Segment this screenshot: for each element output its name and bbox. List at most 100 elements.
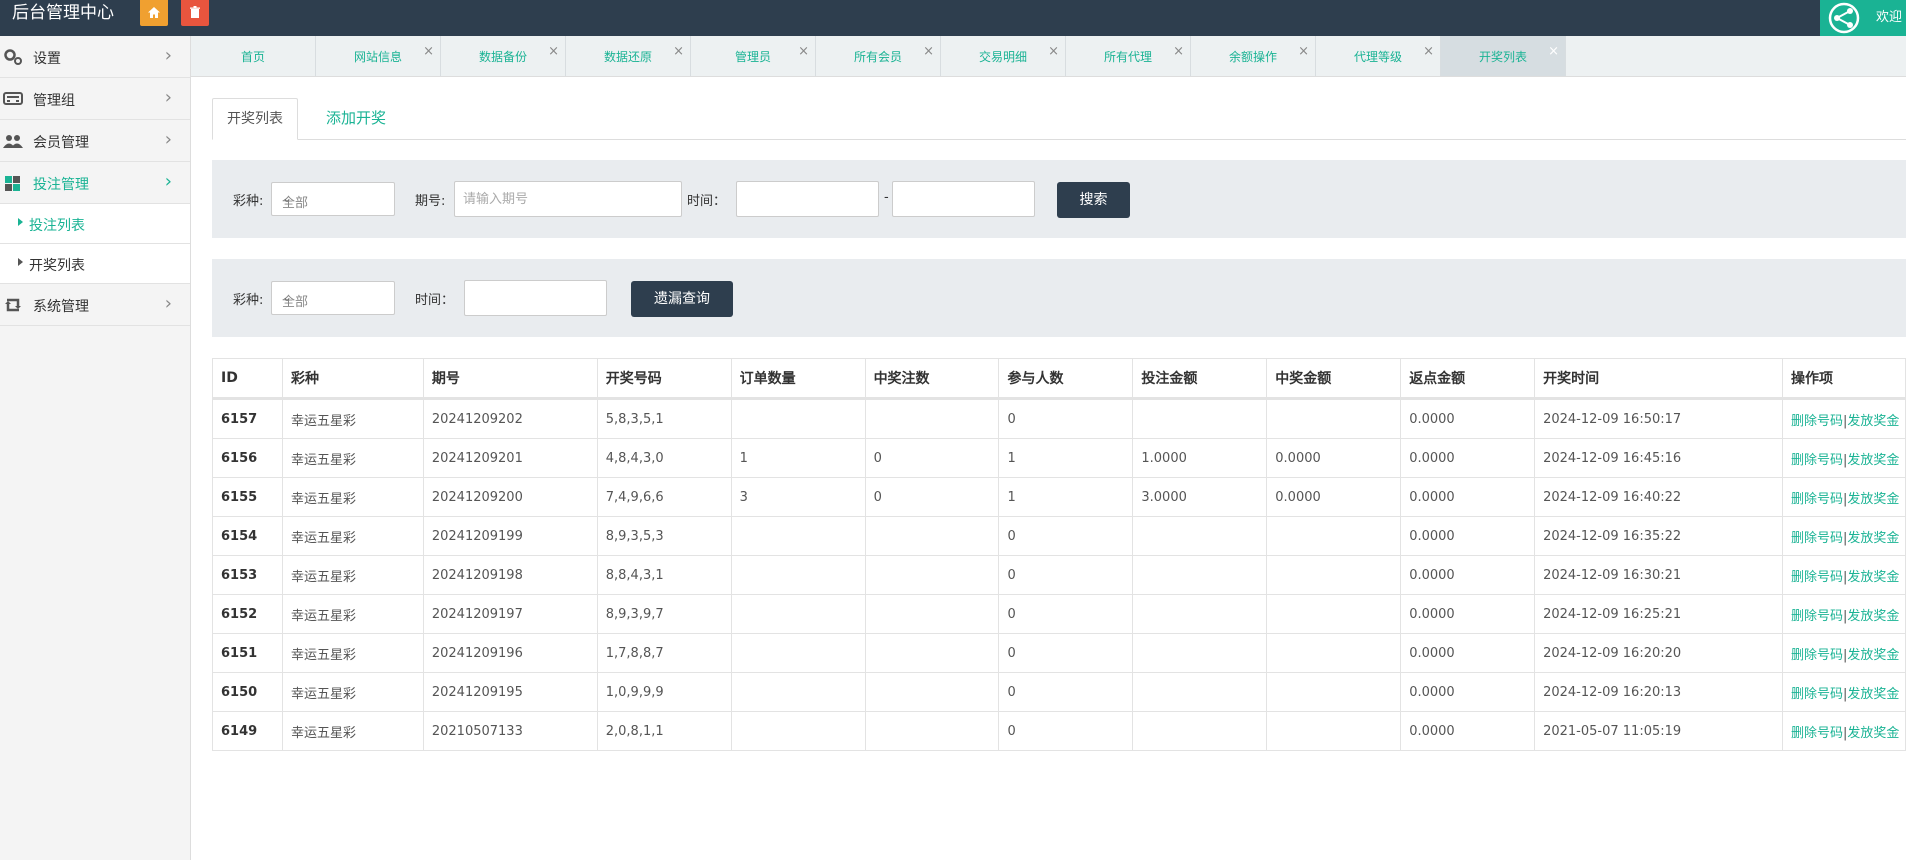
tab-data-backup[interactable]: 数据备份 ×	[441, 36, 566, 76]
table-cell-actions: 删除号码|发放奖金	[1781, 555, 1906, 595]
pay-prize-link[interactable]: 发放奖金	[1847, 648, 1899, 663]
welcome-area[interactable]: 欢迎	[1820, 0, 1906, 36]
table-row: 6152 幸运五星彩 20241209197 8,9,3,9,7 0 0.0000 2024…	[212, 594, 1906, 634]
table-cell-rebate: 0.0000	[1400, 672, 1536, 712]
tab-administrators[interactable]: 管理员 ×	[691, 36, 816, 76]
missing-lottery-select[interactable]: 全部 ⌄	[271, 281, 395, 315]
close-icon[interactable]: ×	[1548, 44, 1559, 59]
tab-all-members[interactable]: 所有会员 ×	[816, 36, 941, 76]
sidebar-item-settings[interactable]: 设置 ›	[0, 36, 190, 78]
delete-numbers-link[interactable]: 删除号码	[1791, 531, 1843, 546]
close-icon[interactable]: ×	[673, 44, 684, 59]
pay-prize-link[interactable]: 发放奖金	[1847, 726, 1899, 741]
table-cell-actions: 删除号码|发放奖金	[1781, 516, 1906, 556]
delete-numbers-link[interactable]: 删除号码	[1791, 570, 1843, 585]
table-cell-bet	[1132, 711, 1268, 751]
sidebar-label-system: 系统管理	[33, 299, 89, 315]
column-header: 中奖注数	[864, 358, 1000, 400]
tab-data-restore[interactable]: 数据还原 ×	[566, 36, 691, 76]
pay-prize-link[interactable]: 发放奖金	[1847, 531, 1899, 546]
pay-prize-link[interactable]: 发放奖金	[1847, 609, 1899, 624]
close-icon[interactable]: ×	[1048, 44, 1059, 59]
tab-label: 网站信息	[353, 50, 402, 64]
sidebar-item-system[interactable]: 系统管理 ›	[0, 284, 190, 326]
table-cell-orders: 3	[730, 477, 866, 517]
column-header: ID	[212, 358, 283, 400]
close-icon[interactable]: ×	[1173, 44, 1184, 59]
welcome-text: 欢迎	[1876, 10, 1903, 25]
close-icon[interactable]: ×	[1423, 44, 1434, 59]
tab-agent-levels[interactable]: 代理等级 ×	[1316, 36, 1441, 76]
missing-query-button[interactable]: 遗漏查询	[631, 281, 733, 317]
close-icon[interactable]: ×	[548, 44, 559, 59]
table-cell-lottery: 幸运五星彩	[281, 711, 424, 751]
table-cell-rebate: 0.0000	[1400, 633, 1536, 673]
period-input[interactable]	[454, 181, 682, 217]
tab-all-agents[interactable]: 所有代理 ×	[1066, 36, 1191, 76]
delete-numbers-link[interactable]: 删除号码	[1791, 648, 1843, 663]
start-time-input[interactable]	[736, 181, 879, 217]
pay-prize-link[interactable]: 发放奖金	[1847, 687, 1899, 702]
pay-prize-link[interactable]: 发放奖金	[1847, 414, 1899, 429]
table-cell-people: 1	[998, 438, 1134, 478]
content-tab-draw-list[interactable]: 开奖列表	[212, 98, 298, 140]
table-cell-period: 20241209197	[422, 594, 598, 634]
content-tab-add-draw[interactable]: 添加开奖	[312, 98, 400, 138]
table-cell-numbers: 8,9,3,5,3	[596, 516, 732, 556]
delete-numbers-link[interactable]: 删除号码	[1791, 453, 1843, 468]
lottery-select[interactable]: 全部 ⌄	[271, 182, 395, 216]
table-cell-people: 0	[998, 672, 1134, 712]
sidebar-label-members: 会员管理	[33, 135, 89, 151]
close-icon[interactable]: ×	[923, 44, 934, 59]
sidebar-item-bet-management[interactable]: 投注管理 ›	[0, 162, 190, 204]
delete-numbers-link[interactable]: 删除号码	[1791, 492, 1843, 507]
sidebar-item-admin-group[interactable]: 管理组 ›	[0, 78, 190, 120]
table-cell-prize	[1266, 672, 1402, 712]
delete-numbers-link[interactable]: 删除号码	[1791, 687, 1843, 702]
table-cell-actions: 删除号码|发放奖金	[1781, 438, 1906, 478]
table-cell-wins: 0	[864, 477, 1000, 517]
caret-right-icon	[18, 218, 23, 226]
clear-cache-button[interactable]	[181, 0, 209, 26]
tab-label: 管理员	[734, 50, 771, 64]
chevron-right-icon: ›	[164, 87, 172, 108]
table-cell-numbers: 8,8,4,3,1	[596, 555, 732, 595]
missing-time-input[interactable]	[464, 280, 607, 316]
tab-draw-list[interactable]: 开奖列表 ×	[1441, 36, 1566, 76]
tab-site-info[interactable]: 网站信息 ×	[316, 36, 441, 76]
table-cell-period: 20241209202	[422, 398, 598, 439]
chevron-right-icon: ›	[164, 293, 172, 314]
table-cell-rebate: 0.0000	[1400, 438, 1536, 478]
end-time-input[interactable]	[892, 181, 1035, 217]
delete-numbers-link[interactable]: 删除号码	[1791, 609, 1843, 624]
column-header: 操作项	[1781, 358, 1906, 400]
table-cell-id: 6155	[212, 477, 283, 517]
pay-prize-link[interactable]: 发放奖金	[1847, 453, 1899, 468]
close-icon[interactable]: ×	[798, 44, 809, 59]
tab-transactions[interactable]: 交易明细 ×	[941, 36, 1066, 76]
keyboard-icon	[3, 92, 23, 105]
table-cell-wins	[864, 516, 1000, 556]
tab-home[interactable]: 首页	[191, 36, 316, 76]
column-header: 开奖时间	[1534, 358, 1783, 400]
lottery-label: 彩种:	[233, 293, 264, 308]
sidebar-label-bet-management: 投注管理	[33, 177, 89, 193]
close-icon[interactable]: ×	[1298, 44, 1309, 59]
pay-prize-link[interactable]: 发放奖金	[1847, 492, 1899, 507]
sidebar-item-members[interactable]: 会员管理 ›	[0, 120, 190, 162]
home-button[interactable]	[140, 0, 168, 26]
search-button[interactable]: 搜索	[1057, 182, 1130, 218]
sidebar-subitem-bet-list[interactable]: 投注列表	[0, 204, 190, 244]
table-cell-bet	[1132, 633, 1268, 673]
table-cell-people: 0	[998, 555, 1134, 595]
tab-balance-ops[interactable]: 余额操作 ×	[1191, 36, 1316, 76]
table-cell-orders	[730, 398, 866, 439]
close-icon[interactable]: ×	[423, 44, 434, 59]
time-range-dash: -	[884, 190, 889, 205]
pay-prize-link[interactable]: 发放奖金	[1847, 570, 1899, 585]
delete-numbers-link[interactable]: 删除号码	[1791, 726, 1843, 741]
sidebar-subitem-draw-list[interactable]: 开奖列表	[0, 244, 190, 284]
column-header: 期号	[422, 358, 598, 400]
delete-numbers-link[interactable]: 删除号码	[1791, 414, 1843, 429]
table-cell-period: 20241209198	[422, 555, 598, 595]
